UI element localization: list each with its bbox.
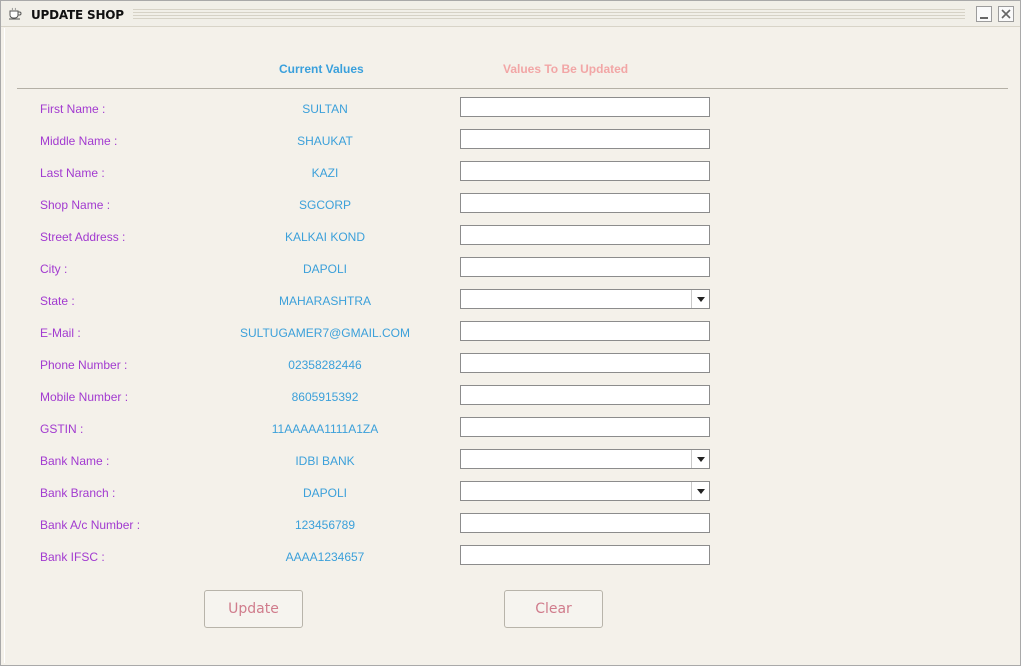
bank-name-current-value: IDBI BANK (295, 454, 355, 468)
mobile-number-input[interactable] (460, 385, 710, 405)
first-name-current-value: SULTAN (302, 102, 348, 116)
title-bar[interactable]: UPDATE SHOP (1, 1, 1020, 27)
bank-name-dropdown[interactable] (460, 449, 710, 469)
city-label: City : (40, 262, 68, 276)
clear-button[interactable]: Clear (504, 590, 603, 628)
bank-a-c-number-current-value: 123456789 (294, 518, 356, 532)
minimize-button[interactable] (976, 6, 992, 22)
first-name-input[interactable] (460, 97, 710, 117)
bank-a-c-number-label: Bank A/c Number : (40, 518, 141, 532)
bank-branch-dropdown[interactable] (460, 481, 710, 501)
chevron-down-icon (697, 297, 705, 302)
chevron-down-icon (697, 457, 705, 462)
close-icon (1001, 9, 1011, 19)
phone-number-label: Phone Number : (40, 358, 128, 372)
current-values-header: Current Values (279, 62, 364, 76)
bank-branch-label: Bank Branch : (40, 486, 116, 500)
mobile-number-current-value: 8605915392 (291, 390, 359, 404)
dropdown-arrow-button[interactable] (691, 450, 709, 468)
chevron-down-icon (697, 489, 705, 494)
street-address-current-value: KALKAI KOND (284, 230, 366, 244)
city-current-value: DAPOLI (302, 262, 347, 276)
street-address-input[interactable] (460, 225, 710, 245)
e-mail-label: E-Mail : (40, 326, 81, 340)
update-button[interactable]: Update (204, 590, 303, 628)
street-address-label: Street Address : (40, 230, 126, 244)
bank-branch-current-value: DAPOLI (302, 486, 347, 500)
phone-number-input[interactable] (460, 353, 710, 373)
shop-name-input[interactable] (460, 193, 710, 213)
middle-name-current-value: SHAUKAT (297, 134, 353, 148)
bank-a-c-number-input[interactable] (460, 513, 710, 533)
values-to-update-header: Values To Be Updated (503, 62, 629, 76)
mobile-number-label: Mobile Number : (40, 390, 129, 404)
state-current-value: MAHARASHTRA (278, 294, 371, 308)
minimize-icon (980, 17, 988, 19)
bank-ifsc-current-value: AAAA1234657 (285, 550, 365, 564)
last-name-label: Last Name : (40, 166, 105, 180)
gstin-input[interactable] (460, 417, 710, 437)
dropdown-arrow-button[interactable] (691, 482, 709, 500)
phone-number-current-value: 02358282446 (288, 358, 362, 372)
last-name-current-value: KAZI (311, 166, 339, 180)
form-panel: Current Values Values To Be Updated Firs… (4, 28, 1018, 663)
city-input[interactable] (460, 257, 710, 277)
gstin-current-value: 11AAAAA1111A1ZA (271, 422, 379, 436)
window-title: UPDATE SHOP (31, 8, 124, 22)
gstin-label: GSTIN : (40, 422, 84, 436)
state-label: State : (40, 294, 75, 308)
close-button[interactable] (998, 6, 1014, 22)
state-dropdown[interactable] (460, 289, 710, 309)
first-name-label: First Name : (40, 102, 106, 116)
dropdown-arrow-button[interactable] (691, 290, 709, 308)
header-divider (17, 88, 1008, 89)
shop-name-current-value: SGCORP (298, 198, 351, 212)
bank-ifsc-input[interactable] (460, 545, 710, 565)
bank-name-label: Bank Name : (40, 454, 110, 468)
shop-name-label: Shop Name : (40, 198, 111, 212)
title-bar-texture (133, 9, 965, 19)
e-mail-input[interactable] (460, 321, 710, 341)
last-name-input[interactable] (460, 161, 710, 181)
e-mail-current-value: SULTUGAMER7@GMAIL.COM (240, 326, 410, 340)
middle-name-input[interactable] (460, 129, 710, 149)
update-shop-window: UPDATE SHOP Current Values Values To Be … (0, 0, 1021, 666)
bank-ifsc-label: Bank IFSC : (40, 550, 105, 564)
coffee-cup-icon (9, 7, 22, 20)
middle-name-label: Middle Name : (40, 134, 118, 148)
